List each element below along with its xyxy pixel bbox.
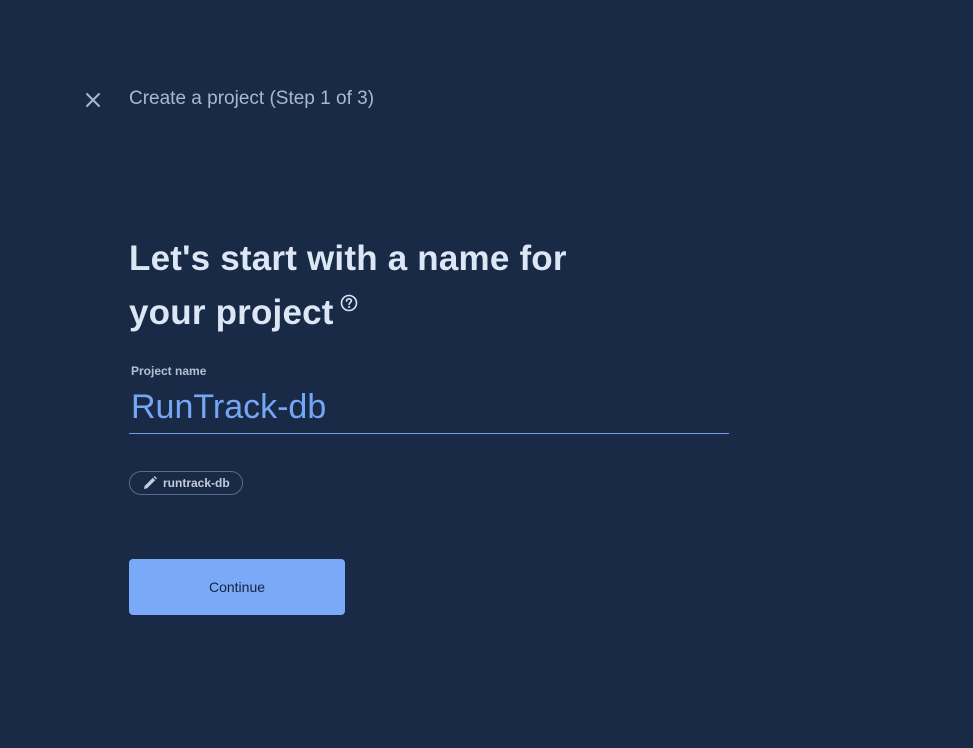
help-circle-icon[interactable] <box>340 294 358 312</box>
project-name-input[interactable] <box>129 382 729 434</box>
pencil-icon <box>144 476 157 489</box>
heading-line-1: Let's start with a name for <box>129 239 567 278</box>
project-id-chip[interactable]: runtrack-db <box>129 471 243 495</box>
project-id-text: runtrack-db <box>163 476 230 490</box>
continue-button[interactable]: Continue <box>129 559 345 615</box>
project-name-label: Project name <box>131 364 207 378</box>
page-heading: Let's start with a name for your project <box>129 232 689 340</box>
heading-line-2: your project <box>129 286 689 340</box>
create-project-page: Create a project (Step 1 of 3) Let's sta… <box>0 0 973 748</box>
close-button[interactable] <box>80 87 106 113</box>
heading-line-2-text: your project <box>129 293 334 332</box>
close-icon <box>86 93 100 107</box>
step-title: Create a project (Step 1 of 3) <box>129 88 375 109</box>
